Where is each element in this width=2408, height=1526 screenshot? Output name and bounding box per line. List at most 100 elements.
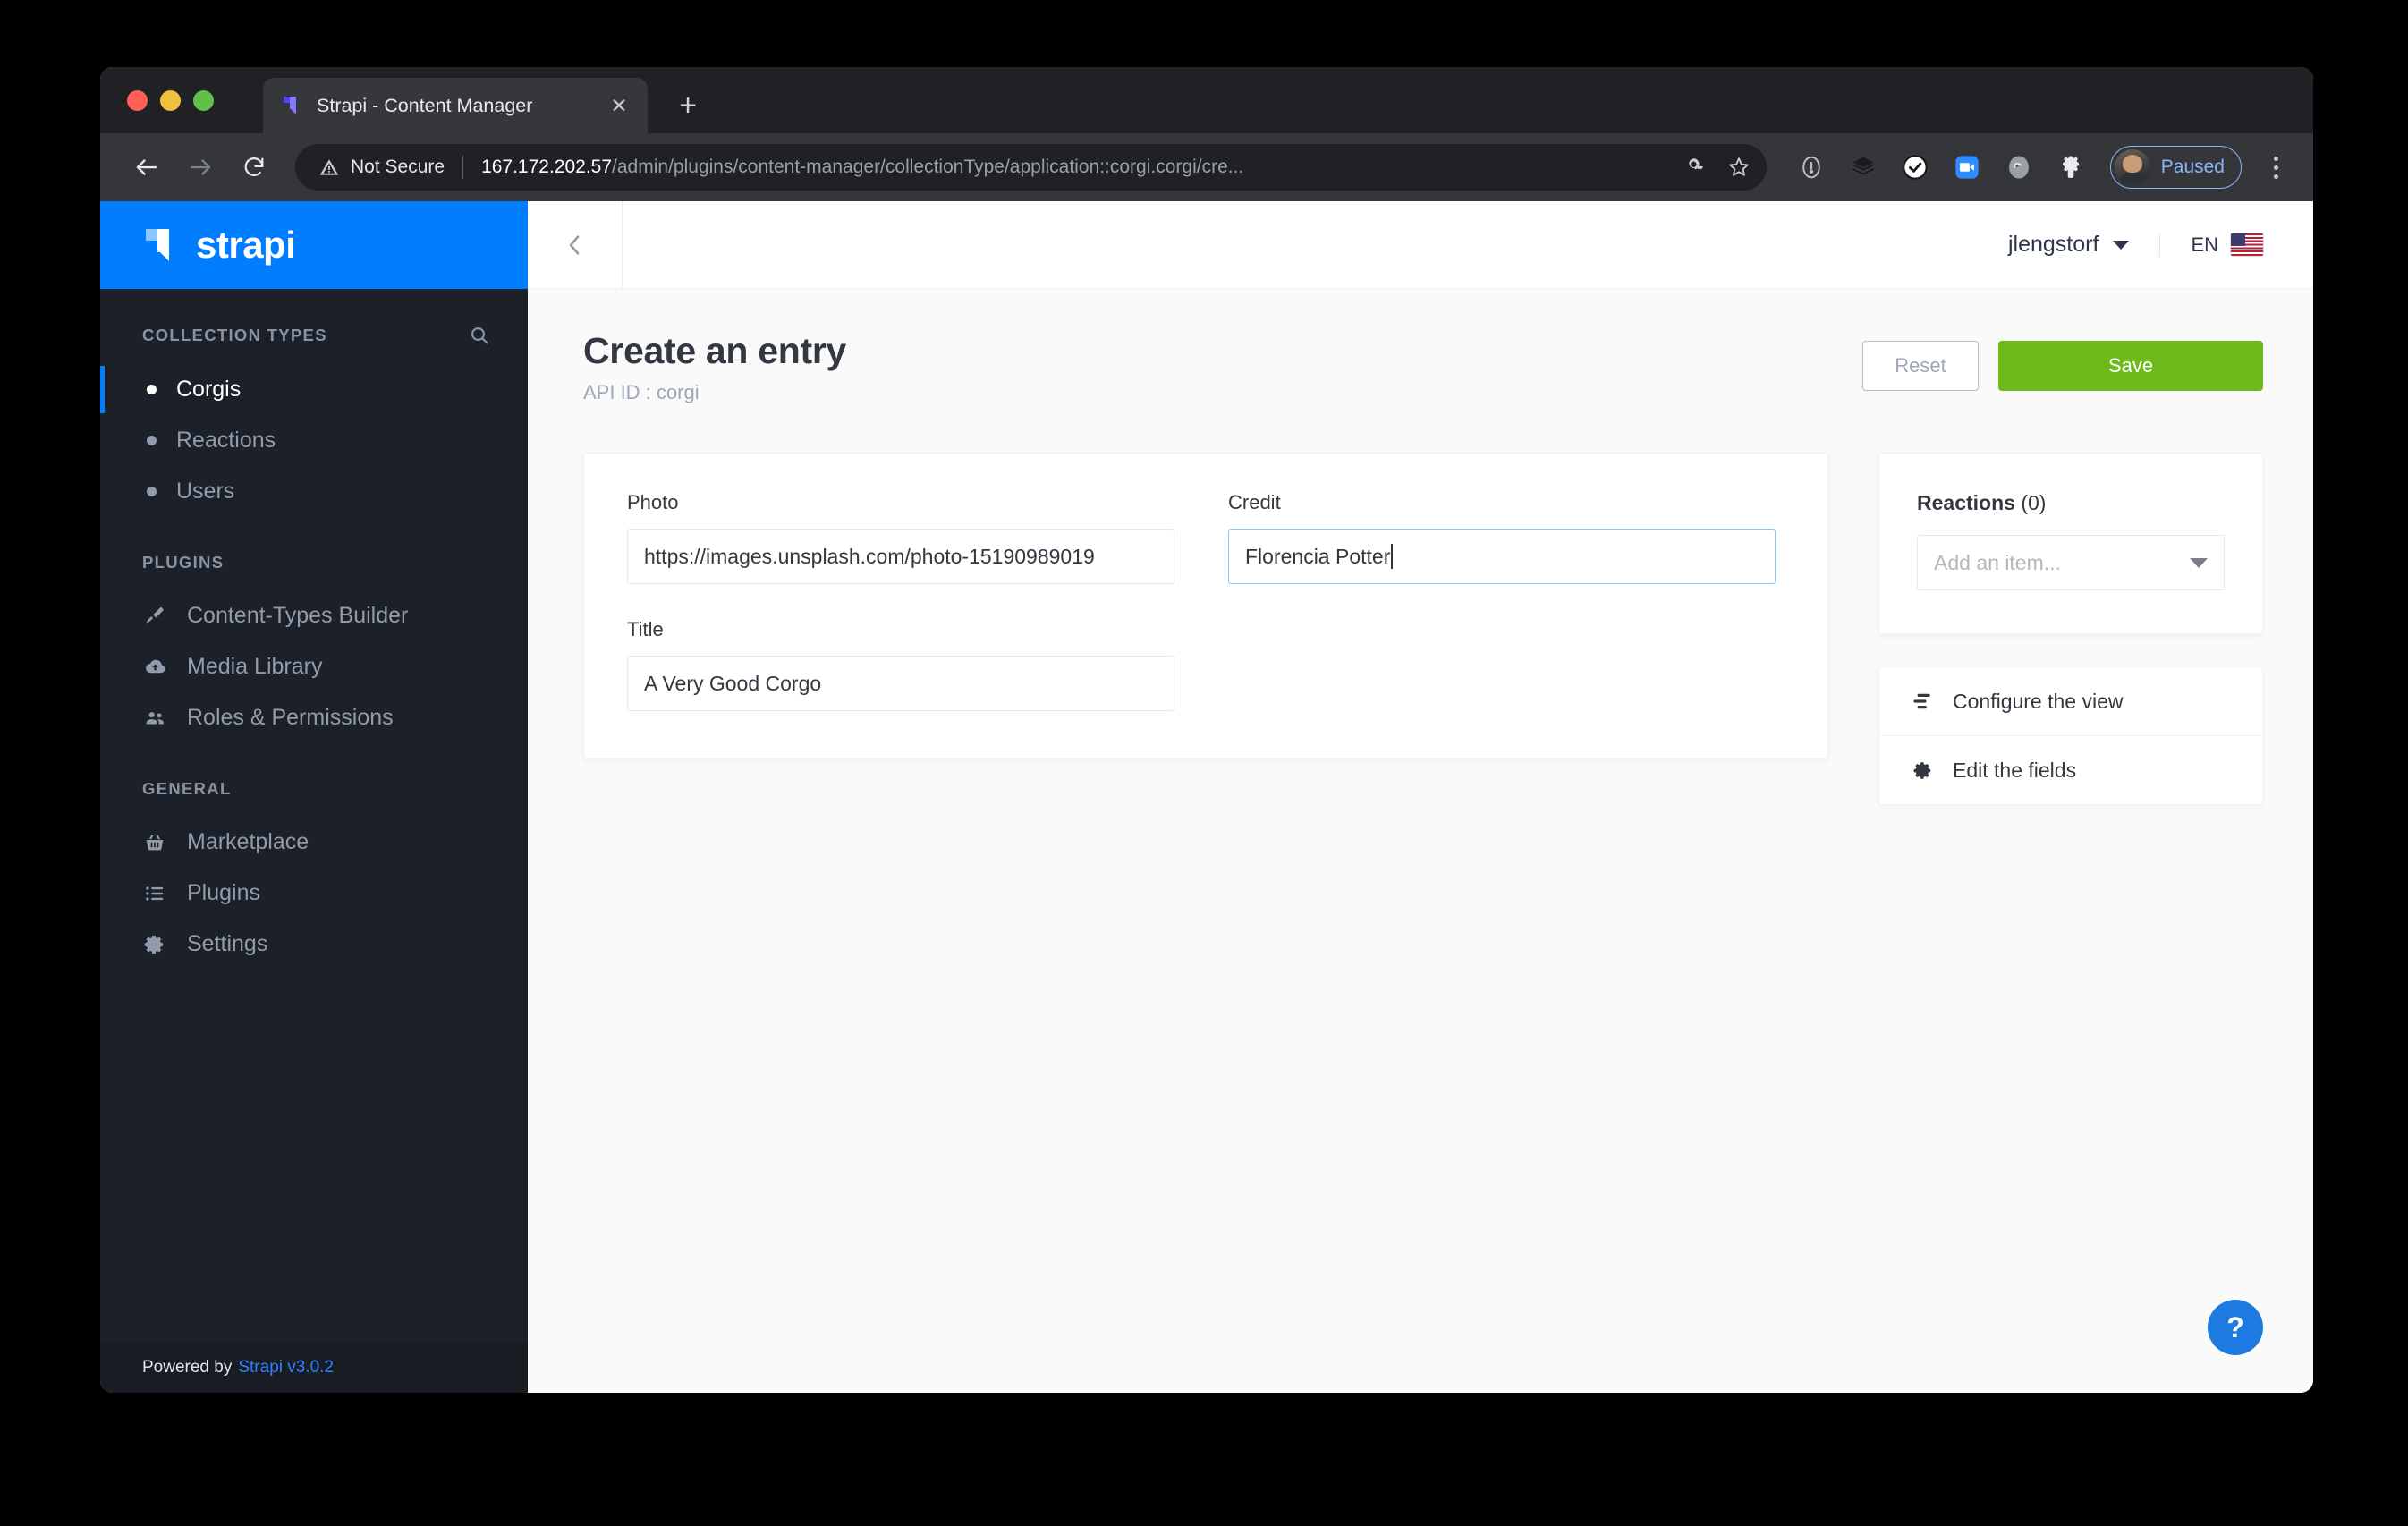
sidebar-item-label: Plugins (187, 880, 260, 905)
page-header-titles: Create an entry API ID : corgi (583, 330, 846, 404)
kebab-menu-icon[interactable] (2258, 148, 2294, 187)
credit-label: Credit (1228, 491, 1281, 513)
credit-field: Credit Florencia Potter (1228, 491, 1776, 584)
strapi-version-link[interactable]: Strapi v3.0.2 (238, 1358, 334, 1378)
forward-icon[interactable] (177, 144, 224, 191)
shopping-basket-icon (142, 830, 167, 855)
profile-chip[interactable]: Paused (2109, 146, 2242, 189)
reset-button[interactable]: Reset (1862, 341, 1979, 391)
sidebar-item-plugins[interactable]: Plugins (100, 868, 528, 919)
users-group-icon (142, 706, 167, 731)
omnibox-divider (462, 156, 464, 179)
bookmark-star-icon[interactable] (1720, 148, 1758, 186)
reload-icon[interactable] (231, 144, 277, 191)
title-field: Title A Very Good Corgo (627, 618, 1174, 711)
view-links-card: Configure the view Edit the fields (1878, 666, 2263, 805)
app-page: strapi COLLECTION TYPES Corgis Reactions (100, 200, 2313, 1393)
title-label: Title (627, 618, 664, 640)
checkmark-circle-icon[interactable] (1895, 148, 1935, 187)
strapi-sidebar: strapi COLLECTION TYPES Corgis Reactions (100, 201, 528, 1393)
sidebar-item-settings[interactable]: Settings (100, 919, 528, 970)
maximize-window-button[interactable] (193, 90, 214, 111)
language-selector[interactable]: EN (2159, 233, 2263, 257)
configure-the-view-label: Configure the view (1953, 689, 2124, 713)
user-name-label: jlengstorf (2007, 232, 2099, 257)
url-host: 167.172.202.57 (481, 157, 613, 177)
chevron-down-icon (2113, 240, 2130, 250)
close-tab-icon[interactable]: ✕ (606, 93, 632, 118)
tab-strip: Strapi - Content Manager ✕ + (100, 67, 2313, 133)
user-menu[interactable]: jlengstorf (2008, 232, 2159, 258)
profile-status-label: Paused (2160, 157, 2225, 177)
window-traffic-lights (127, 90, 214, 111)
sidebar-item-marketplace[interactable]: Marketplace (100, 817, 528, 868)
header-actions: Reset Save (1862, 330, 2263, 391)
add-relation-select[interactable]: Add an item... (1917, 535, 2225, 590)
sidebar-item-roles-permissions[interactable]: Roles & Permissions (100, 692, 528, 743)
sidebar-item-label: Marketplace (187, 829, 309, 854)
info-circle-icon[interactable] (1792, 148, 1831, 187)
title-input-value: A Very Good Corgo (644, 671, 822, 695)
list-icon (142, 881, 167, 906)
sidebar-item-content-types-builder[interactable]: Content-Types Builder (100, 590, 528, 641)
cloud-upload-icon (142, 655, 167, 680)
relations-card: Reactions (0) Add an item... (1878, 453, 2263, 634)
title-input[interactable]: A Very Good Corgo (627, 656, 1174, 711)
sidebar-item-label: Corgis (176, 377, 242, 402)
security-status-label: Not Secure (351, 157, 445, 177)
strapi-favicon (281, 94, 304, 117)
sidebar-footer: Powered by Strapi v3.0.2 (100, 1343, 528, 1393)
language-label: EN (2191, 233, 2218, 256)
form-row-1: Photo https://images.unsplash.com/photo-… (627, 491, 1785, 618)
sidebar-item-reactions[interactable]: Reactions (100, 415, 528, 466)
relations-title: Reactions (0) (1917, 491, 2225, 515)
warning-icon (318, 157, 340, 178)
strapi-logo-icon (142, 225, 182, 265)
sidebar-item-media-library[interactable]: Media Library (100, 641, 528, 692)
collection-types-heading: COLLECTION TYPES (100, 289, 528, 346)
collection-types-label: COLLECTION TYPES (142, 326, 327, 344)
sidebar-item-label: Reactions (176, 428, 276, 453)
close-window-button[interactable] (127, 90, 148, 111)
form-row-2: Title A Very Good Corgo (627, 618, 1785, 711)
strapi-brand-name: strapi (196, 224, 296, 266)
page-header: Create an entry API ID : corgi Reset Sav… (583, 330, 2263, 404)
gear-icon (142, 932, 167, 957)
save-button[interactable]: Save (1998, 341, 2263, 391)
general-heading: GENERAL (100, 743, 528, 799)
sliders-icon (1910, 689, 1935, 714)
sidebar-item-users[interactable]: Users (100, 466, 528, 517)
new-tab-button[interactable]: + (671, 89, 705, 123)
browser-tab[interactable]: Strapi - Content Manager ✕ (263, 78, 648, 133)
zoom-video-icon[interactable] (1947, 148, 1987, 187)
app-topbar: jlengstorf EN (528, 200, 2313, 289)
photo-input[interactable]: https://images.unsplash.com/photo-151909… (627, 529, 1174, 584)
url-path: /admin/plugins/content-manager/collectio… (612, 157, 1244, 177)
tab-title: Strapi - Content Manager (317, 94, 533, 116)
back-icon[interactable] (123, 144, 170, 191)
strapi-brand[interactable]: strapi (100, 201, 528, 289)
main-content: jlengstorf EN Create an entry API ID : c… (528, 200, 2313, 1393)
back-chevron-icon[interactable] (528, 200, 623, 289)
add-relation-placeholder: Add an item... (1934, 550, 2061, 574)
help-button[interactable]: ? (2208, 1300, 2263, 1355)
sidebar-item-label: Content-Types Builder (187, 603, 409, 628)
puzzle-extension-icon[interactable] (2051, 148, 2090, 187)
url-text: 167.172.202.57/admin/plugins/content-man… (481, 157, 1672, 178)
edit-layout: Photo https://images.unsplash.com/photo-… (583, 453, 2263, 805)
browser-toolbar: Not Secure 167.172.202.57/admin/plugins/… (100, 133, 2313, 201)
paintbrush-icon (142, 604, 167, 629)
password-key-icon[interactable] (1677, 148, 1715, 186)
sidebar-item-corgis[interactable]: Corgis (100, 364, 528, 415)
configure-the-view-link[interactable]: Configure the view (1879, 667, 2262, 735)
search-icon[interactable] (469, 325, 490, 346)
general-label: GENERAL (142, 779, 232, 798)
ghost-icon[interactable] (1999, 148, 2039, 187)
layers-icon[interactable] (1844, 148, 1883, 187)
address-bar[interactable]: Not Secure 167.172.202.57/admin/plugins/… (295, 144, 1767, 191)
text-cursor (1391, 544, 1394, 569)
entry-form-card: Photo https://images.unsplash.com/photo-… (583, 453, 1828, 759)
edit-the-fields-link[interactable]: Edit the fields (1879, 735, 2262, 804)
credit-input[interactable]: Florencia Potter (1228, 529, 1776, 584)
minimize-window-button[interactable] (160, 90, 181, 111)
